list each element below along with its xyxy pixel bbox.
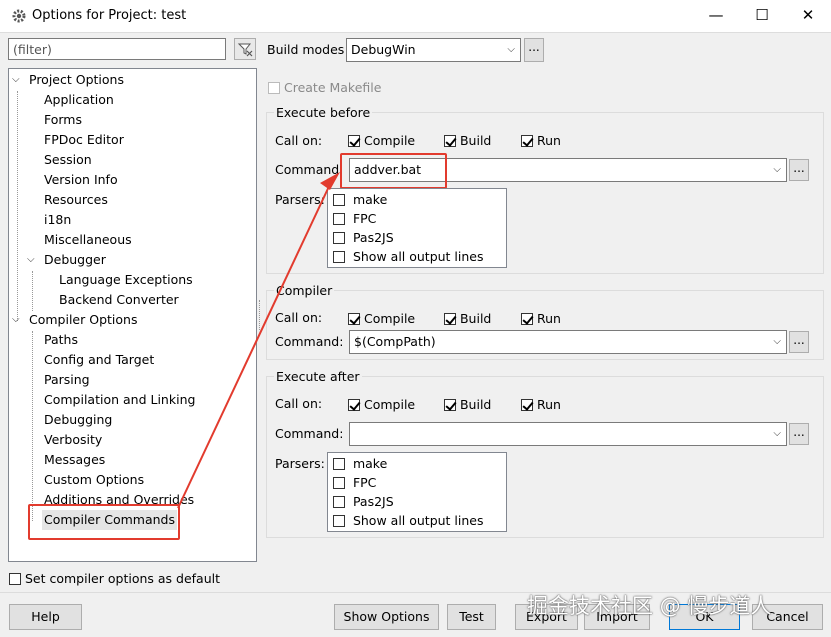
watermark: 掘金技术社区 @ 慢步道人 (527, 594, 772, 618)
help-button[interactable]: Help (9, 604, 82, 630)
annotation-arrow (177, 172, 340, 509)
test-button[interactable]: Test (447, 604, 496, 630)
show-options-button[interactable]: Show Options (334, 604, 439, 630)
